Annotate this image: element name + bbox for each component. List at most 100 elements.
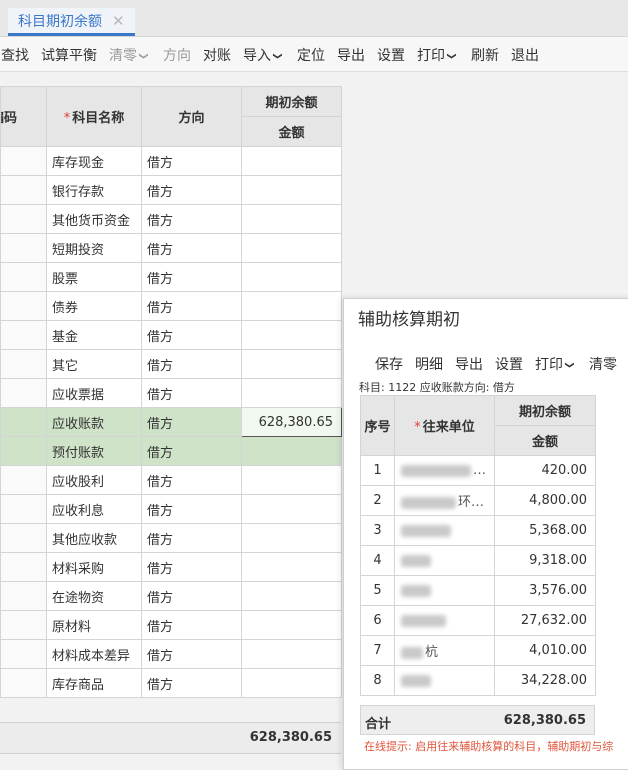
amount-cell[interactable]: 34,228.00 (494, 665, 596, 696)
table-row[interactable]: 材料成本差异 借方 (0, 639, 342, 669)
amount-cell[interactable] (241, 465, 342, 495)
account-name-cell[interactable]: 应收账款 (46, 407, 142, 437)
dialog-print-dropdown[interactable]: 打印❯ (535, 354, 574, 374)
unit-cell[interactable]: 杭 (394, 635, 495, 666)
direction-cell[interactable]: 借方 (141, 320, 242, 350)
table-row[interactable]: 银行存款 借方 (0, 175, 342, 205)
code-cell[interactable] (0, 436, 47, 466)
direction-cell[interactable]: 借方 (141, 494, 242, 524)
code-cell[interactable] (0, 320, 47, 350)
code-cell[interactable] (0, 668, 47, 698)
code-cell[interactable] (0, 378, 47, 408)
direction-button[interactable]: 方向 (163, 45, 191, 65)
amount-cell[interactable]: 4,800.00 (494, 485, 596, 516)
table-row[interactable]: 其他应收款 借方 (0, 523, 342, 553)
find-button[interactable]: 查找 (1, 45, 29, 65)
dialog-save-button[interactable]: 保存 (375, 354, 403, 374)
code-cell[interactable] (0, 494, 47, 524)
amount-cell[interactable] (241, 175, 342, 205)
amount-cell[interactable] (241, 523, 342, 553)
dialog-settings-button[interactable]: 设置 (495, 354, 523, 374)
account-name-cell[interactable]: 材料采购 (46, 552, 142, 582)
code-cell[interactable] (0, 233, 47, 263)
amount-cell[interactable] (241, 639, 342, 669)
direction-cell[interactable]: 借方 (141, 581, 242, 611)
amount-cell[interactable] (241, 494, 342, 524)
direction-cell[interactable]: 借方 (141, 639, 242, 669)
table-row[interactable]: 其他货币资金 借方 (0, 204, 342, 234)
account-name-cell[interactable]: 债券 (46, 291, 142, 321)
list-item[interactable]: 1 … 420.00 (360, 455, 596, 486)
account-name-cell[interactable]: 基金 (46, 320, 142, 350)
tab-close-icon[interactable]: ✕ (112, 12, 125, 30)
list-item[interactable]: 8 34,228.00 (360, 665, 596, 696)
refresh-button[interactable]: 刷新 (471, 45, 499, 65)
table-row[interactable]: 基金 借方 (0, 320, 342, 350)
account-name-cell[interactable]: 其他货币资金 (46, 204, 142, 234)
unit-cell[interactable] (394, 605, 495, 636)
export-button[interactable]: 导出 (337, 45, 365, 65)
account-name-cell[interactable]: 应收票据 (46, 378, 142, 408)
unit-cell[interactable] (394, 515, 495, 546)
list-item[interactable]: 7 杭 4,010.00 (360, 635, 596, 666)
table-row[interactable]: 债券 借方 (0, 291, 342, 321)
direction-cell[interactable]: 借方 (141, 291, 242, 321)
clear-zero-dropdown[interactable]: 清零❯ (109, 45, 148, 65)
account-name-cell[interactable]: 其它 (46, 349, 142, 379)
import-dropdown[interactable]: 导入❯ (243, 45, 282, 65)
table-row[interactable]: 预付账款 借方 (0, 436, 342, 466)
trial-balance-button[interactable]: 试算平衡 (41, 45, 97, 65)
amount-cell[interactable] (241, 610, 342, 640)
amount-cell[interactable]: 5,368.00 (494, 515, 596, 546)
table-row[interactable]: 原材料 借方 (0, 610, 342, 640)
account-name-cell[interactable]: 短期投资 (46, 233, 142, 263)
table-row[interactable]: 应收股利 借方 (0, 465, 342, 495)
direction-cell[interactable]: 借方 (141, 668, 242, 698)
settings-button[interactable]: 设置 (377, 45, 405, 65)
table-row[interactable]: 短期投资 借方 (0, 233, 342, 263)
amount-cell[interactable] (241, 668, 342, 698)
amount-cell[interactable] (241, 146, 342, 176)
table-row[interactable]: 材料采购 借方 (0, 552, 342, 582)
list-item[interactable]: 4 9,318.00 (360, 545, 596, 576)
account-name-cell[interactable]: 库存商品 (46, 668, 142, 698)
code-cell[interactable] (0, 552, 47, 582)
dialog-detail-button[interactable]: 明细 (415, 354, 443, 374)
direction-cell[interactable]: 借方 (141, 465, 242, 495)
account-name-cell[interactable]: 库存现金 (46, 146, 142, 176)
account-name-cell[interactable]: 材料成本差异 (46, 639, 142, 669)
code-cell[interactable] (0, 639, 47, 669)
account-name-cell[interactable]: 应收股利 (46, 465, 142, 495)
amount-cell[interactable]: 4,010.00 (494, 635, 596, 666)
direction-cell[interactable]: 借方 (141, 204, 242, 234)
table-row[interactable]: 其它 借方 (0, 349, 342, 379)
amount-cell[interactable] (241, 262, 342, 292)
code-cell[interactable] (0, 146, 47, 176)
code-cell[interactable] (0, 581, 47, 611)
amount-cell[interactable] (241, 436, 342, 466)
amount-cell[interactable] (241, 233, 342, 263)
direction-cell[interactable]: 借方 (141, 349, 242, 379)
amount-cell[interactable]: 9,318.00 (494, 545, 596, 576)
tab-opening-balance[interactable]: 科目期初余额 ✕ (8, 8, 135, 36)
table-row[interactable]: 应收利息 借方 (0, 494, 342, 524)
reconcile-button[interactable]: 对账 (203, 45, 231, 65)
account-name-cell[interactable]: 原材料 (46, 610, 142, 640)
direction-cell[interactable]: 借方 (141, 436, 242, 466)
dialog-clear-zero-button[interactable]: 清零 (589, 354, 617, 374)
direction-cell[interactable]: 借方 (141, 523, 242, 553)
amount-cell[interactable] (241, 291, 342, 321)
amount-cell[interactable] (241, 204, 342, 234)
code-cell[interactable] (0, 523, 47, 553)
unit-cell[interactable] (394, 665, 495, 696)
list-item[interactable]: 3 5,368.00 (360, 515, 596, 546)
amount-cell[interactable] (241, 349, 342, 379)
account-name-cell[interactable]: 应收利息 (46, 494, 142, 524)
direction-cell[interactable]: 借方 (141, 378, 242, 408)
amount-cell[interactable] (241, 581, 342, 611)
account-name-cell[interactable]: 预付账款 (46, 436, 142, 466)
code-cell[interactable] (0, 204, 47, 234)
direction-cell[interactable]: 借方 (141, 407, 242, 437)
amount-cell[interactable]: 3,576.00 (494, 575, 596, 606)
direction-cell[interactable]: 借方 (141, 175, 242, 205)
